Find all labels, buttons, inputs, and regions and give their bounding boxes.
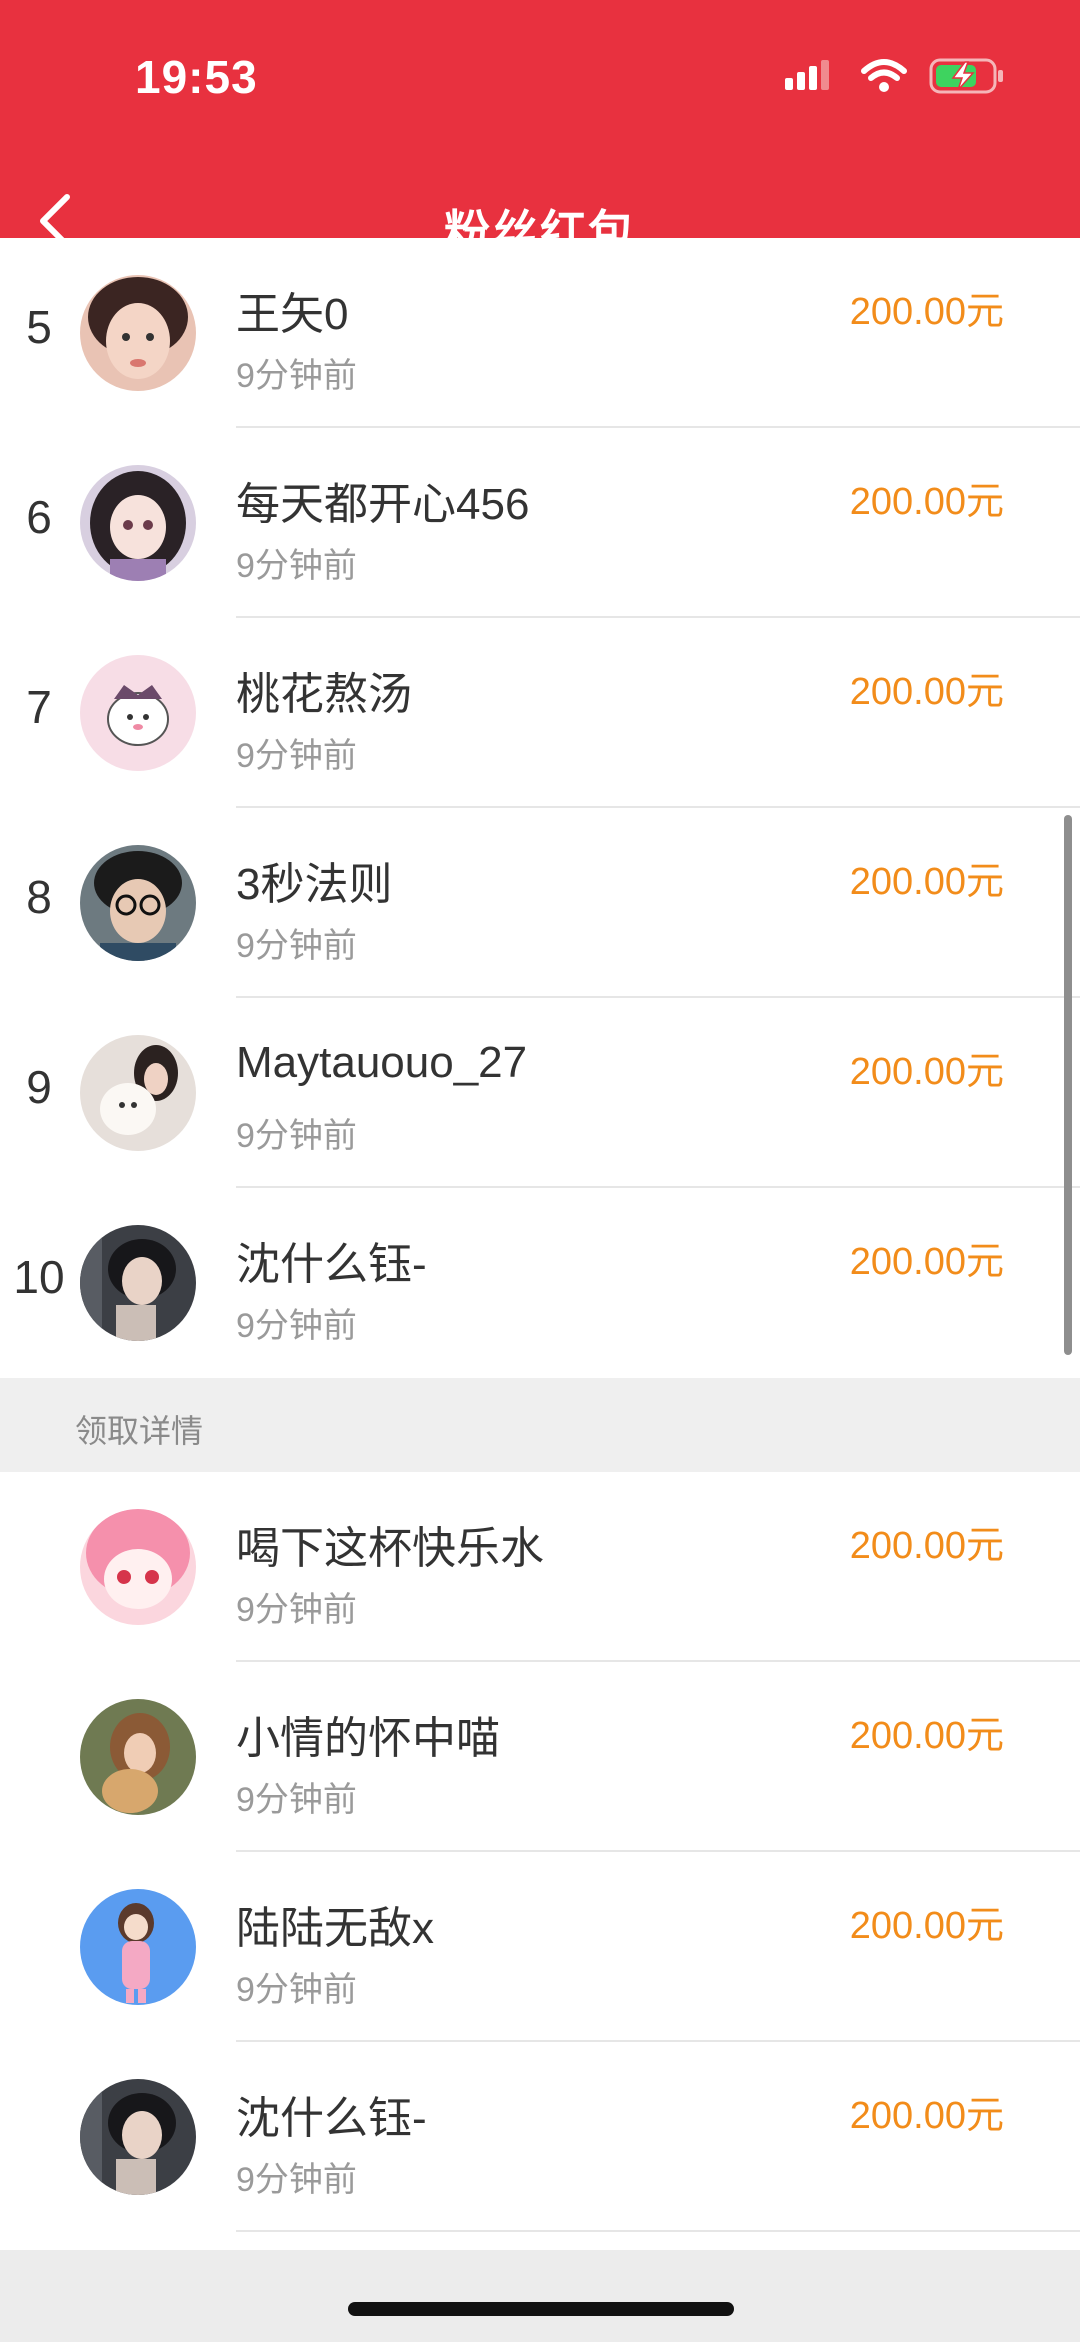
time-ago: 9分钟前 — [236, 737, 357, 775]
list-item[interactable]: 5 王矢0 9分钟前 200.00元 — [0, 238, 1080, 428]
avatar — [80, 1889, 196, 2005]
amount: 200.00元 — [849, 861, 1004, 903]
user-name: 每天都开心456 — [236, 480, 530, 529]
rank-list: 5 王矢0 9分钟前 200.00元 6 每天都开心456 9分钟前 200.0… — [0, 238, 1080, 1378]
status-icons — [785, 58, 1005, 99]
list-item[interactable]: 6 每天都开心456 9分钟前 200.00元 — [0, 428, 1080, 618]
rank-number: 10 — [13, 1251, 65, 1303]
list-item[interactable]: 小情的怀中喵 9分钟前 200.00元 — [0, 1662, 1080, 1852]
amount: 200.00元 — [849, 1241, 1004, 1283]
time-ago: 9分钟前 — [236, 1117, 357, 1155]
time-ago: 9分钟前 — [236, 1591, 357, 1629]
amount: 200.00元 — [849, 291, 1004, 333]
list-item[interactable]: 7 桃花熬汤 9分钟前 200.00元 — [0, 618, 1080, 808]
rank-number: 7 — [26, 681, 52, 733]
list-item[interactable]: 陆陆无敌x 9分钟前 200.00元 — [0, 1852, 1080, 2042]
amount: 200.00元 — [849, 1525, 1004, 1567]
status-bar: 19:53 — [0, 0, 1080, 150]
avatar — [80, 845, 196, 961]
list-item[interactable]: 9 Maytauouo_27 9分钟前 200.00元 — [0, 998, 1080, 1188]
list-item[interactable]: 喝下这杯快乐水 9分钟前 200.00元 — [0, 1472, 1080, 1662]
time-ago: 9分钟前 — [236, 927, 357, 965]
footer-area — [0, 2250, 1080, 2342]
list-item[interactable]: 10 沈什么钰- 9分钟前 200.00元 — [0, 1188, 1080, 1378]
scrollbar[interactable] — [1064, 815, 1072, 1355]
status-time: 19:53 — [135, 51, 258, 103]
avatar — [80, 465, 196, 581]
avatar — [80, 2079, 196, 2195]
amount: 200.00元 — [849, 1051, 1004, 1093]
time-ago: 9分钟前 — [236, 547, 357, 585]
amount: 200.00元 — [849, 671, 1004, 713]
section-header: 领取详情 — [0, 1378, 1080, 1472]
avatar — [80, 655, 196, 771]
time-ago: 9分钟前 — [236, 1781, 357, 1819]
divider — [236, 2230, 1080, 2232]
list-item[interactable]: 8 3秒法则 9分钟前 200.00元 — [0, 808, 1080, 998]
user-name: 沈什么钰- — [236, 2094, 427, 2143]
user-name: 3秒法则 — [236, 860, 393, 909]
time-ago: 9分钟前 — [236, 357, 357, 395]
time-ago: 9分钟前 — [236, 1971, 357, 2009]
amount: 200.00元 — [849, 2095, 1004, 2137]
wifi-icon — [861, 59, 907, 98]
home-indicator[interactable] — [348, 2302, 734, 2316]
amount: 200.00元 — [849, 481, 1004, 523]
user-name: 王矢0 — [236, 290, 349, 339]
user-name: Maytauouo_27 — [236, 1038, 528, 1087]
detail-list: 喝下这杯快乐水 9分钟前 200.00元 小情的怀中喵 9分钟前 200.00元 — [0, 1472, 1080, 2232]
battery-icon — [929, 58, 1005, 99]
rank-number: 6 — [26, 491, 52, 543]
signal-icon — [785, 60, 839, 97]
avatar — [80, 1225, 196, 1341]
user-name: 喝下这杯快乐水 — [236, 1524, 544, 1573]
rank-number: 5 — [26, 301, 52, 353]
amount: 200.00元 — [849, 1715, 1004, 1757]
avatar — [80, 1035, 196, 1151]
amount: 200.00元 — [849, 1905, 1004, 1947]
time-ago: 9分钟前 — [236, 1307, 357, 1345]
user-name: 桃花熬汤 — [236, 670, 412, 719]
user-name: 小情的怀中喵 — [236, 1714, 500, 1763]
avatar — [80, 1699, 196, 1815]
user-name: 陆陆无敌x — [236, 1904, 434, 1953]
rank-number: 8 — [26, 871, 52, 923]
avatar — [80, 275, 196, 391]
user-name: 沈什么钰- — [236, 1240, 427, 1289]
avatar — [80, 1509, 196, 1625]
section-title: 领取详情 — [75, 1413, 204, 1449]
list-item[interactable]: 沈什么钰- 9分钟前 200.00元 — [0, 2042, 1080, 2232]
time-ago: 9分钟前 — [236, 2161, 357, 2199]
rank-number: 9 — [26, 1061, 52, 1113]
